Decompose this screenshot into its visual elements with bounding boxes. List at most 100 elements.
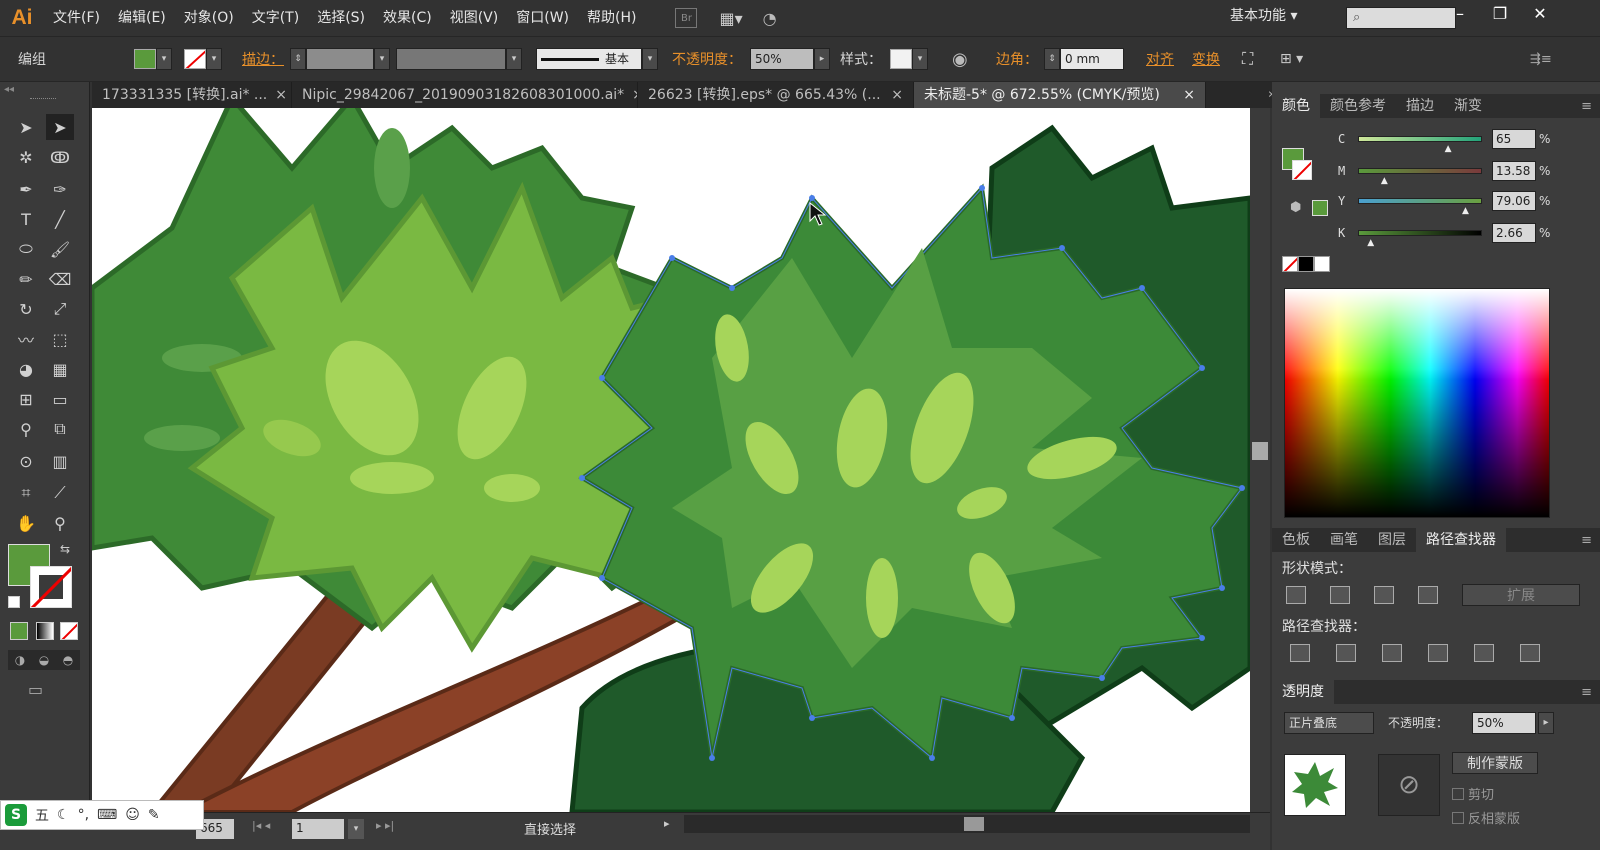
corner-radius-input[interactable]: 0 mm [1060, 48, 1124, 70]
curvature-tool-icon[interactable]: ✑ [46, 176, 74, 202]
line-tool-icon[interactable]: ╱ [46, 206, 74, 232]
tab-transparency[interactable]: 透明度 [1272, 680, 1334, 704]
chevron-down-icon[interactable]: ▾ [156, 48, 172, 70]
eyedropper-tool-icon[interactable]: ⚲ [12, 416, 40, 442]
tab-color-guide[interactable]: 颜色参考 [1320, 94, 1396, 118]
color-mode-icon[interactable] [10, 622, 28, 640]
tab-document-2[interactable]: Nipic_29842067_20190903182608301000.ai*× [292, 82, 638, 108]
transparency-opacity-input[interactable]: 50% [1472, 712, 1536, 734]
fill-swatch-control[interactable]: ▾ [134, 47, 172, 71]
tab-swatches[interactable]: 色板 [1272, 528, 1320, 552]
pen-tool-icon[interactable]: ✒ [12, 176, 40, 202]
magic-wand-tool-icon[interactable]: ✲ [12, 144, 40, 170]
user-icon[interactable]: ☺ [125, 807, 140, 823]
minus-front-icon[interactable] [1330, 586, 1350, 604]
chevron-down-icon[interactable]: ▾ [642, 48, 658, 70]
grip-icon[interactable] [30, 98, 56, 101]
none-color-swatch[interactable] [1282, 256, 1298, 272]
swap-fill-stroke-icon[interactable]: ⇆ [60, 542, 70, 556]
checkbox-box[interactable] [1452, 811, 1464, 824]
default-colors-icon[interactable] [8, 596, 20, 608]
gpu-performance-icon[interactable]: ◔ [763, 9, 777, 28]
draw-inside-icon[interactable]: ◓ [63, 653, 73, 667]
gradient-mode-icon[interactable] [36, 622, 54, 640]
ime-mode-label[interactable]: 五 [35, 805, 49, 825]
crop-icon[interactable] [1428, 644, 1448, 662]
tab-color[interactable]: 颜色 [1272, 94, 1320, 118]
opacity-label[interactable]: 不透明度： [672, 47, 742, 71]
mesh-tool-icon[interactable]: ⊞ [12, 386, 40, 412]
chevron-down-icon[interactable]: ▾ [348, 819, 364, 839]
panel-menu-icon[interactable]: ≡ [1581, 685, 1600, 700]
ime-toolbar[interactable]: S 五 ☾ °, ⌨ ☺ ✎ [0, 800, 204, 830]
yellow-slider[interactable] [1358, 198, 1482, 204]
workspace-switcher[interactable]: 基本功能 ▾ [1230, 0, 1297, 32]
tools-wrench-icon[interactable]: ✎ [148, 807, 160, 823]
sogou-logo-icon[interactable]: S [5, 804, 27, 826]
chevron-down-icon[interactable]: ▾ [206, 48, 222, 70]
stroke-none-swatch[interactable] [184, 49, 206, 69]
horizontal-scrollbar[interactable] [684, 815, 1250, 833]
half-width-moon-icon[interactable]: ☾ [57, 807, 70, 823]
cyan-slider-thumb[interactable]: ▲ [1445, 144, 1452, 154]
isolate-group-icon[interactable]: ⛶ [1242, 47, 1253, 71]
tab-layers[interactable]: 图层 [1368, 528, 1416, 552]
direct-selection-tool-icon[interactable]: ➤ [46, 114, 74, 140]
transform-link[interactable]: 变换 [1192, 47, 1220, 71]
cyan-value-input[interactable]: 65 [1492, 129, 1536, 149]
chevron-down-icon[interactable]: ▾ [506, 48, 522, 70]
tab-document-4[interactable]: 未标题-5* @ 672.55% (CMYK/预览) × [914, 82, 1206, 108]
stroke-color-box[interactable] [30, 566, 72, 608]
white-color-swatch[interactable] [1314, 256, 1330, 272]
tree-artwork[interactable] [92, 108, 1250, 812]
chevron-right-icon[interactable]: ▸ [664, 817, 670, 830]
make-mask-button[interactable]: 制作蒙版 [1452, 752, 1538, 774]
intersect-icon[interactable] [1374, 586, 1394, 604]
blend-tool-icon[interactable]: ⧉ [46, 416, 74, 442]
column-graph-tool-icon[interactable]: ▥ [46, 448, 74, 474]
draw-behind-icon[interactable]: ◒ [39, 653, 49, 667]
tab-brushes[interactable]: 画笔 [1320, 528, 1368, 552]
mask-link-icon[interactable]: ⊘ [1378, 754, 1440, 816]
eraser-tool-icon[interactable]: ⌫ [46, 266, 74, 292]
tab-pathfinder[interactable]: 路径查找器 [1416, 528, 1506, 552]
menu-object[interactable]: 对象(O) [175, 0, 243, 36]
artboard-tool-icon[interactable]: ⌗ [12, 480, 40, 506]
corner-stepper[interactable]: ⇕ [1044, 48, 1060, 70]
menu-file[interactable]: 文件(F) [44, 0, 109, 36]
menu-view[interactable]: 视图(V) [441, 0, 508, 36]
zoom-tool-icon[interactable]: ⚲ [46, 510, 74, 536]
tab-gradient[interactable]: 渐变 [1444, 94, 1492, 118]
clip-checkbox[interactable]: 剪切 [1452, 784, 1494, 803]
scroll-thumb[interactable] [1252, 442, 1268, 460]
arrange-documents-icon[interactable]: ▦▾ [719, 9, 742, 28]
magenta-slider-thumb[interactable]: ▲ [1381, 176, 1388, 186]
chevron-right-icon[interactable]: ▸ [814, 48, 830, 70]
variable-width-select[interactable] [396, 48, 506, 70]
selection-tool-icon[interactable]: ➤ [12, 114, 40, 140]
close-icon[interactable]: × [1183, 82, 1195, 108]
vertical-scrollbar[interactable] [1250, 108, 1270, 812]
fill-swatch[interactable] [134, 49, 156, 69]
pencil-tool-icon[interactable]: ✏ [12, 266, 40, 292]
tab-document-1[interactable]: 173331335 [转换].ai* ... × [92, 82, 292, 108]
collapse-panel-icon[interactable]: ◂◂ [4, 84, 14, 95]
exclude-icon[interactable] [1418, 586, 1438, 604]
tab-document-3[interactable]: 26623 [转换].eps* @ 665.43% (... × [638, 82, 914, 108]
menu-select[interactable]: 选择(S) [308, 0, 374, 36]
checkbox-box[interactable] [1452, 787, 1464, 800]
rotate-tool-icon[interactable]: ↻ [12, 296, 40, 322]
page-number-input[interactable]: 1 [292, 819, 344, 839]
shape-builder-tool-icon[interactable]: ◕ [12, 356, 40, 382]
lasso-tool-icon[interactable]: ↂ [46, 144, 74, 170]
ellipse-tool-icon[interactable]: ⬭ [12, 236, 40, 262]
divide-icon[interactable] [1290, 644, 1310, 662]
scroll-thumb[interactable] [964, 817, 984, 831]
unite-icon[interactable] [1286, 586, 1306, 604]
gradient-tool-icon[interactable]: ▭ [46, 386, 74, 412]
minimize-button[interactable]: – [1440, 0, 1480, 26]
select-similar-icon[interactable]: ⊞ ▾ [1280, 47, 1303, 71]
trim-icon[interactable] [1336, 644, 1356, 662]
black-slider-thumb[interactable]: ▲ [1367, 238, 1374, 248]
draw-normal-icon[interactable]: ◑ [15, 653, 25, 667]
